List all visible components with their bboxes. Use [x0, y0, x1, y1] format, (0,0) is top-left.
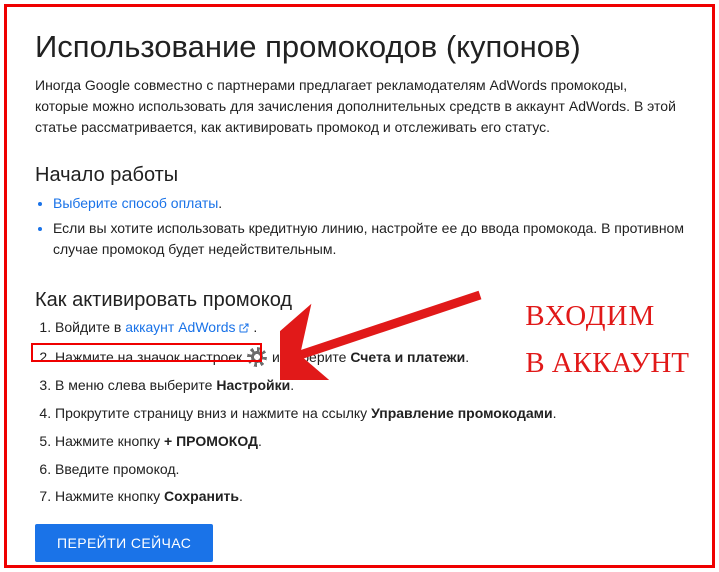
gear-icon — [248, 348, 266, 366]
step4-pre: Прокрутите страницу вниз и нажмите на сс… — [55, 405, 371, 421]
step4-bold: Управление промокодами — [371, 405, 553, 421]
step-1: Войдите в аккаунт AdWords . — [55, 318, 684, 339]
step2-mid: и выберите — [268, 349, 350, 365]
adwords-account-link[interactable]: аккаунт AdWords — [125, 319, 249, 335]
step2-post: . — [465, 349, 469, 365]
bullet-payment: Выберите способ оплаты. — [53, 193, 684, 215]
section-activate-heading: Как активировать промокод — [35, 289, 684, 312]
bullet-dot: . — [218, 195, 222, 211]
step7-post: . — [239, 488, 243, 504]
step-6: Введите промокод. — [55, 460, 684, 479]
step-4: Прокрутите страницу вниз и нажмите на сс… — [55, 404, 684, 423]
step3-post: . — [290, 377, 294, 393]
go-now-button[interactable]: ПЕРЕЙТИ СЕЙЧАС — [35, 524, 213, 562]
step7-pre: Нажмите кнопку — [55, 488, 164, 504]
step5-pre: Нажмите кнопку — [55, 433, 164, 449]
step3-pre: В меню слева выберите — [55, 377, 216, 393]
step-7: Нажмите кнопку Сохранить. — [55, 487, 684, 506]
choose-payment-link[interactable]: Выберите способ оплаты — [53, 195, 218, 211]
step2-bold: Счета и платежи — [350, 349, 465, 365]
intro-paragraph: Иногда Google совместно с партнерами пре… — [35, 75, 684, 138]
step7-bold: Сохранить — [164, 488, 239, 504]
step1-post: . — [250, 319, 258, 335]
step4-post: . — [553, 405, 557, 421]
external-link-icon — [238, 320, 250, 339]
page-title: Использование промокодов (купонов) — [35, 29, 684, 65]
step-3: В меню слева выберите Настройки. — [55, 376, 684, 395]
step5-post: . — [258, 433, 262, 449]
step-2: Нажмите на значок настроек и выберите Сч… — [55, 348, 684, 367]
step5-bold: + ПРОМОКОД — [164, 433, 258, 449]
step-5: Нажмите кнопку + ПРОМОКОД. — [55, 432, 684, 451]
content-frame: Использование промокодов (купонов) Иногд… — [4, 4, 715, 568]
section-start-heading: Начало работы — [35, 164, 684, 187]
step1-pre: Войдите в — [55, 319, 125, 335]
start-bullets: Выберите способ оплаты. Если вы хотите и… — [35, 193, 684, 261]
step3-bold: Настройки — [216, 377, 290, 393]
adwords-link-text: аккаунт AdWords — [125, 319, 235, 335]
bullet-credit-line: Если вы хотите использовать кредитную ли… — [53, 218, 684, 261]
step2-pre: Нажмите на значок настроек — [55, 349, 246, 365]
activate-steps: Войдите в аккаунт AdWords . Нажмите на з… — [35, 318, 684, 506]
